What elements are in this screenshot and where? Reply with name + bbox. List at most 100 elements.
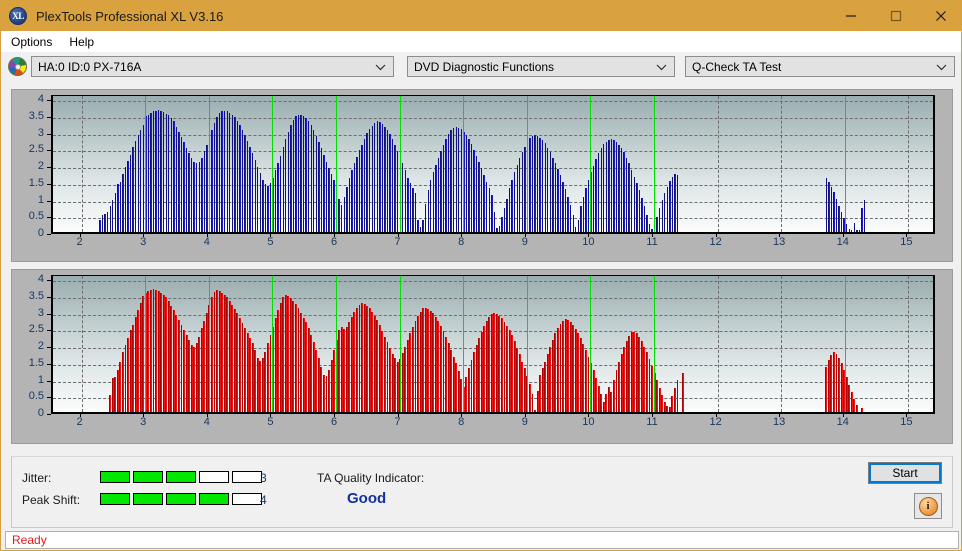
x-axis-tick-label: 10	[582, 416, 595, 428]
position-marker	[272, 96, 274, 232]
x-axis-tick-label: 2	[76, 416, 83, 428]
chart-bar	[521, 152, 524, 232]
test-select[interactable]: Q-Check TA Test	[685, 56, 955, 77]
chart-bar	[269, 183, 272, 232]
chart-bar	[659, 207, 661, 232]
chart-bar	[114, 193, 117, 232]
x-axis-tick-label: 2	[76, 236, 83, 248]
y-axis-tick-label: 3	[37, 306, 44, 319]
chart-bar	[396, 150, 399, 232]
jitter-meter	[100, 471, 262, 483]
chart-bar	[539, 137, 541, 232]
chart-bar	[414, 193, 417, 232]
chart-bar	[503, 207, 506, 232]
gridline-horizontal	[53, 134, 933, 136]
x-axis-tick-label: 5	[267, 236, 274, 248]
chart-bar	[328, 168, 330, 232]
menu-item-options[interactable]: Options	[4, 33, 59, 51]
chart-bar	[580, 205, 582, 232]
chart-bar	[231, 114, 234, 232]
menu-item-help[interactable]: Help	[62, 33, 101, 51]
y-axis-tick-label: 1.5	[28, 176, 44, 189]
chart-bar	[320, 148, 323, 232]
chart-bar	[514, 171, 516, 232]
position-marker	[590, 276, 592, 412]
x-axis-tick	[397, 414, 399, 417]
chart-bar	[160, 111, 162, 232]
y-axis-tick	[47, 183, 51, 185]
chart-bar	[106, 211, 109, 232]
x-axis-tick	[588, 234, 590, 237]
chart-bar	[185, 148, 188, 232]
chart-bar	[152, 111, 155, 232]
chart-bar	[162, 112, 165, 232]
chart-bar	[142, 124, 144, 232]
chart-bar	[206, 144, 208, 232]
x-axis-tick	[143, 414, 145, 417]
x-axis-tick	[143, 234, 145, 237]
chart-bar	[257, 166, 259, 232]
chart-bar	[567, 196, 569, 232]
y-axis-tick	[47, 167, 51, 168]
chart-bar	[544, 143, 546, 232]
y-axis-tick	[47, 347, 51, 348]
chart-bar	[501, 216, 503, 232]
chart-bar	[333, 180, 335, 232]
chart-bar	[246, 140, 249, 232]
position-marker	[336, 276, 337, 412]
x-axis-tick	[651, 414, 653, 417]
minimize-icon[interactable]	[828, 1, 873, 31]
chart-bar	[287, 131, 289, 232]
chart-bar	[244, 134, 246, 232]
chart-bar	[180, 136, 183, 232]
x-axis-tick-label: 15	[900, 236, 913, 248]
x-axis-tick	[334, 414, 335, 417]
meter-segment	[133, 471, 163, 483]
chart-bar	[656, 216, 658, 232]
chart-bar	[168, 115, 170, 232]
chart-bar	[147, 114, 150, 232]
drive-select[interactable]: HA:0 ID:0 PX-716A	[31, 56, 394, 77]
x-axis-tick-label: 7	[394, 416, 401, 428]
start-button[interactable]: Start	[868, 462, 942, 484]
x-axis-tick	[715, 414, 717, 417]
chart-bar	[315, 135, 317, 232]
chart-bar	[564, 189, 567, 232]
chart-bar	[379, 122, 381, 232]
y-axis-tick	[47, 313, 51, 315]
chart-bar	[124, 166, 127, 232]
chart-bar	[536, 135, 539, 232]
position-marker	[653, 276, 655, 412]
x-axis-tick	[651, 234, 653, 237]
y-axis-tick-label: 0.5	[28, 390, 44, 403]
chevron-down-icon	[936, 60, 947, 74]
chart-bar	[559, 175, 562, 232]
close-icon[interactable]	[918, 1, 961, 31]
chart-bar	[259, 173, 262, 232]
x-axis-tick-label: 12	[709, 236, 722, 248]
x-axis-tick	[334, 234, 335, 237]
gridline-vertical	[81, 276, 83, 412]
chart-bar	[465, 134, 468, 232]
chart-bar	[506, 198, 508, 232]
chart-bar	[366, 133, 368, 232]
chart-bar	[641, 197, 643, 232]
chart-bar	[224, 110, 226, 232]
y-axis-tick	[47, 414, 51, 415]
y-axis-tick	[47, 280, 51, 282]
chart-bar	[427, 190, 429, 232]
x-axis-tick	[79, 234, 81, 237]
chart-bar	[549, 152, 552, 232]
y-axis-tick-label: 0.5	[28, 210, 44, 223]
position-marker	[399, 276, 401, 412]
chart-bar	[554, 163, 557, 232]
info-button[interactable]: i	[914, 493, 942, 519]
chevron-down-icon	[656, 60, 667, 74]
chart-bar	[524, 146, 526, 232]
jitter-label: Jitter:	[22, 471, 52, 485]
maximize-icon[interactable]	[873, 1, 918, 31]
function-select[interactable]: DVD Diagnostic Functions	[407, 56, 675, 77]
chart-bar	[534, 134, 536, 232]
chart-bar	[323, 154, 325, 232]
gridline-vertical	[781, 276, 783, 412]
